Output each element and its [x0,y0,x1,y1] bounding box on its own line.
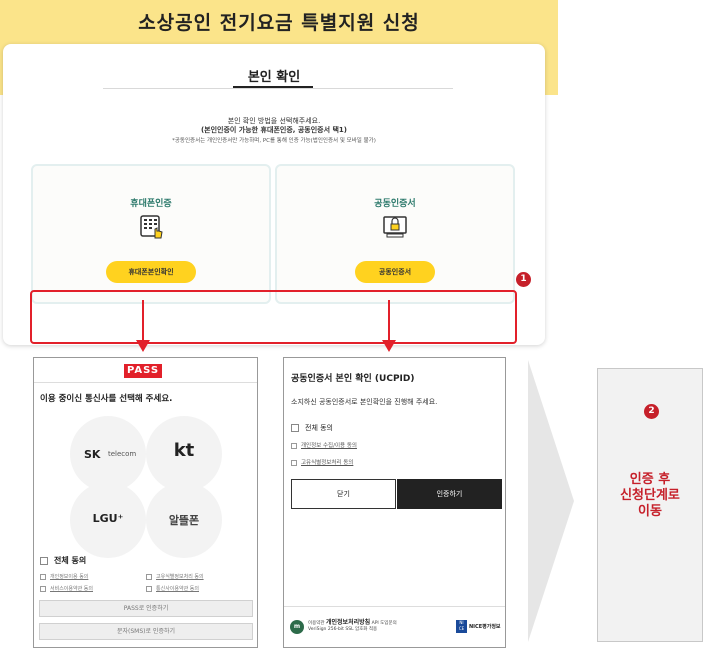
term-label: 통신사이용약관 동의 [156,586,199,592]
step-badge-1: 1 [516,272,531,287]
certificate-auth-option: 공동인증서 공동인증서 [275,164,515,304]
agree-all-checkbox[interactable]: 전체 동의 [40,555,86,566]
chevron-right-icon [528,360,574,642]
phone-auth-option: 휴대폰인증 휴대폰본인확인 [31,164,271,304]
sms-auth-button[interactable]: 문자(SMS)로 인증하기 [39,623,253,640]
page-title: 소상공인 전기요금 특별지원 신청 [138,12,420,34]
pass-auth-panel: PASS 이용 중이신 통신사를 선택해 주세요. SK telecom kt … [33,357,258,648]
carrier-lgu-plus[interactable]: LGU⁺ [70,482,146,558]
pass-logo: PASS [124,364,163,378]
confirm-auth-button[interactable]: 인증하기 [397,479,502,509]
header-divider [34,382,257,383]
carrier-kt[interactable]: kt [146,416,222,492]
nice-logo: NI CE [456,620,467,633]
term-label: 고유식별정보처리 동의 [301,460,354,466]
footer-text: 이용약관 개인정보처리방침 API 도입문의 VeriSign 256-bit … [308,620,397,633]
nice-name: NICE평가정보 [469,624,501,630]
identity-verification-card: 본인 확인 본인 확인 방법을 선택해주세요. (본인인증이 가능한 휴대폰인증… [3,44,545,345]
term-label: 개인정보 수집/이용 동의 [301,443,357,449]
footer-ssl-note: VeriSign 256-bit SSL 암호화 적용 [308,627,378,632]
step-text-line2: 신청단계로 [620,488,680,503]
step-text-line1: 인증 후 [629,472,671,487]
ucpid-title: 공동인증서 본인 확인 (UCPID) [291,374,415,384]
term-label: 서비스이용약관 동의 [50,586,93,592]
term-unique-id[interactable]: 고유식별정보처리 동의 [146,573,204,580]
checkbox-icon [291,442,297,449]
term-service[interactable]: 서비스이용약관 동의 [40,585,93,592]
term-carrier[interactable]: 통신사이용약관 동의 [146,585,199,592]
checkbox-icon [40,585,46,592]
term-privacy[interactable]: 개인정보이용 동의 [40,573,88,580]
footer-terms-link[interactable]: 이용약관 [308,621,325,626]
highlight-frame [30,290,517,344]
sk-telecom-label: telecom [108,450,137,458]
kt-logo: kt [173,440,195,461]
ucpid-auth-panel: 공동인증서 본인 확인 (UCPID) 소지하신 공동인증서로 본인확인을 진행… [283,357,506,648]
ucpid-term-privacy[interactable]: 개인정보 수집/이용 동의 [291,441,357,449]
certificate-verify-button[interactable]: 공동인증서 [355,261,435,283]
footer-api-link[interactable]: API 도입문의 [372,621,397,626]
sk-logo: SK [84,448,101,461]
checkbox-icon [291,424,299,432]
card-title: 본인 확인 [247,70,301,85]
title-underline [233,86,313,88]
phone-keypad-icon [140,215,163,239]
pass-auth-button[interactable]: PASS로 인증하기 [39,600,253,617]
step-badge-2: 2 [644,404,659,419]
carrier-sk-telecom[interactable]: SK telecom [70,416,146,492]
footer-privacy-link[interactable]: 개인정보처리방침 [326,619,370,626]
certificate-notice: *공동인증서는 개인인증서만 가능하며, PC를 통해 인증 가능(법인인증서 … [172,138,376,144]
step-text-line3: 이동 [638,504,662,519]
ucpid-agree-all-checkbox[interactable]: 전체 동의 [291,423,333,433]
term-label: 개인정보이용 동의 [50,574,89,580]
mvno-logo: 알뜰폰 [168,514,200,527]
checkbox-icon [40,573,46,580]
carrier-mvno[interactable]: 알뜰폰 [146,482,222,558]
certificate-auth-label: 공동인증서 [374,199,416,209]
agree-all-label: 전체 동의 [305,424,333,432]
certificate-lock-icon [383,216,407,238]
ucpid-subtitle: 소지하신 공동인증서로 본인확인을 진행해 주세요. [291,398,438,406]
agree-all-label: 전체 동의 [54,556,87,565]
checkbox-icon [146,585,152,592]
carrier-instruction: 이용 중이신 통신사를 선택해 주세요. [40,394,173,404]
ucpid-term-unique-id[interactable]: 고유식별정보처리 동의 [291,458,353,466]
instruction-note: (본인인증이 가능한 휴대폰인증, 공동인증서 택1) [200,126,348,134]
footer-divider [284,606,505,607]
title-divider [103,88,453,89]
close-button[interactable]: 닫기 [291,479,396,509]
phone-auth-label: 휴대폰인증 [130,199,172,209]
term-label: 고유식별정보처리 동의 [156,574,204,580]
privacy-seal-icon: m [290,620,304,634]
next-step-text: 인증 후 신청단계로 이동 [598,472,702,520]
checkbox-icon [146,573,152,580]
next-step-box: 2 인증 후 신청단계로 이동 [597,368,703,642]
phone-verify-button[interactable]: 휴대폰본인확인 [106,261,196,283]
checkbox-icon [291,459,297,466]
checkbox-icon [40,556,48,565]
lgu-logo: LGU⁺ [92,512,124,525]
